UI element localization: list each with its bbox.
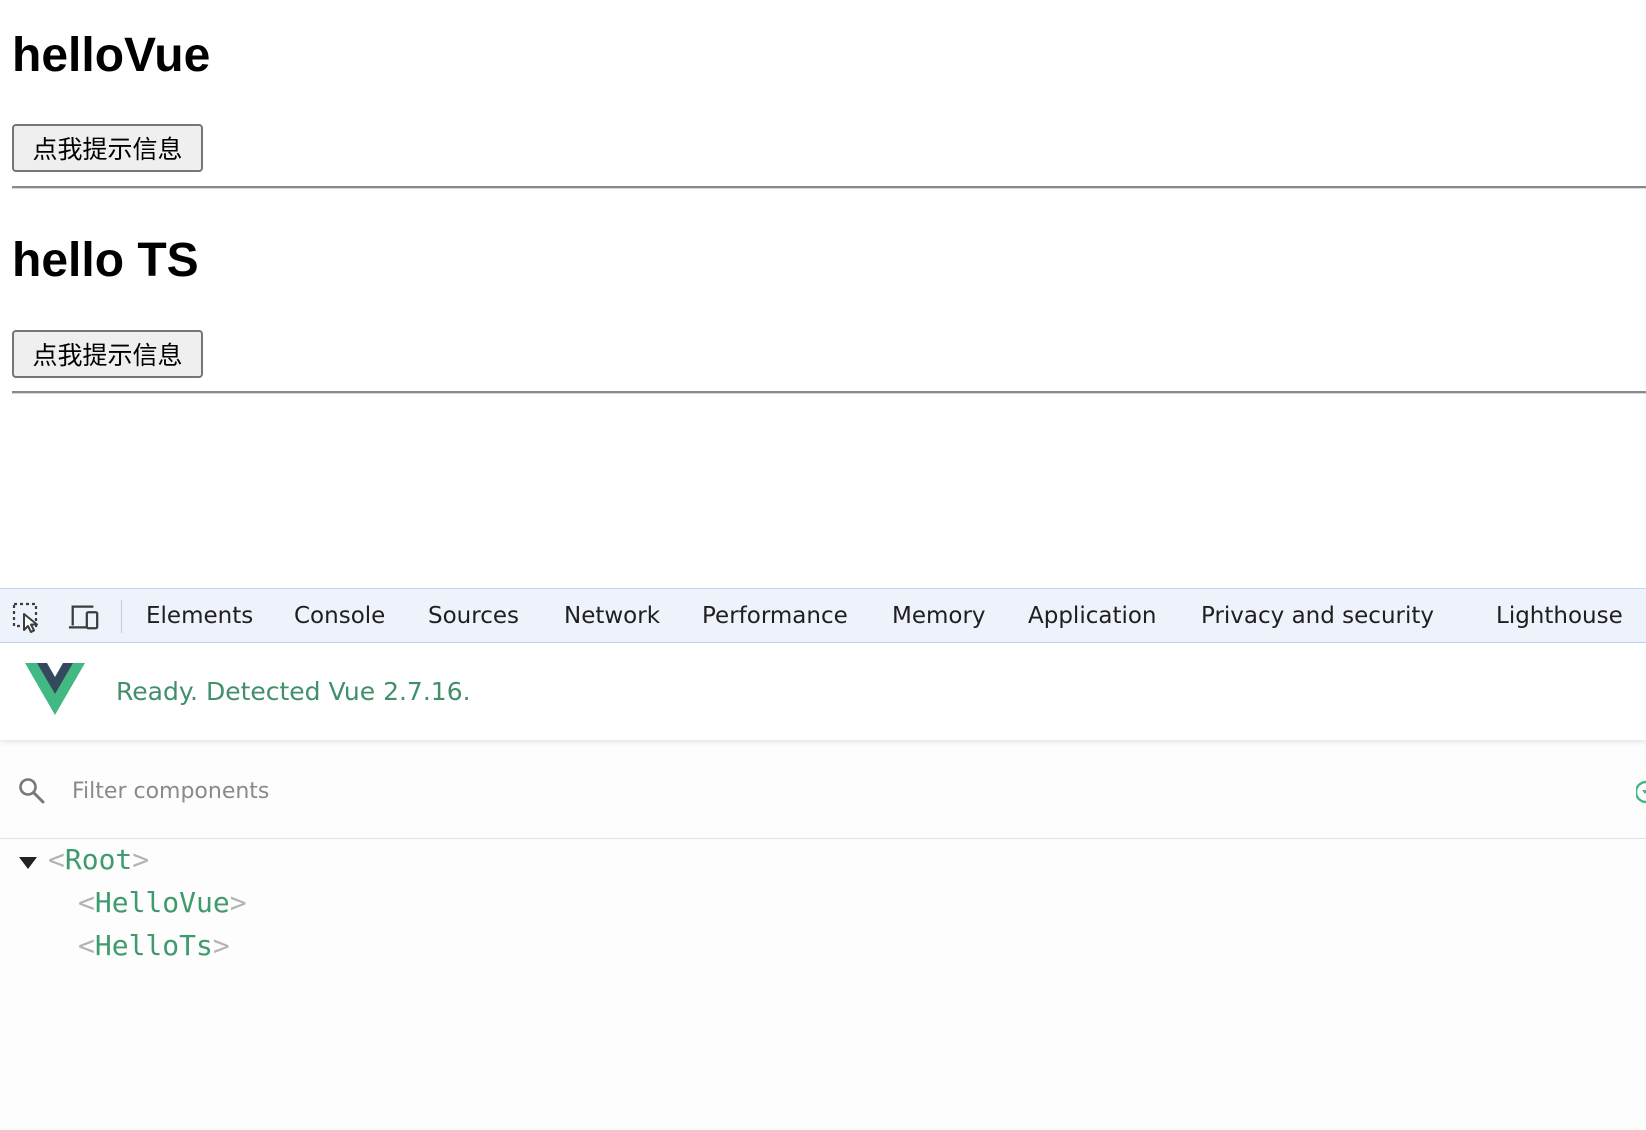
hello-vue-divider: [12, 186, 1646, 189]
component-filter-bar: [0, 745, 1646, 839]
hello-vue-alert-button[interactable]: 点我提示信息: [12, 124, 203, 172]
hello-ts-alert-button[interactable]: 点我提示信息: [12, 330, 203, 378]
tag-close-bracket: >: [212, 929, 230, 962]
tree-node-name: Root: [64, 843, 133, 876]
tab-network[interactable]: Network: [564, 589, 660, 642]
vue-devtools-header: Ready. Detected Vue 2.7.16.: [0, 643, 1646, 740]
tag-close-bracket: >: [229, 886, 247, 919]
tab-privacy-and-security[interactable]: Privacy and security: [1201, 589, 1434, 642]
hello-ts-divider: [12, 391, 1646, 394]
tab-memory[interactable]: Memory: [892, 589, 986, 642]
tab-elements[interactable]: Elements: [146, 589, 253, 642]
filter-components-input[interactable]: [72, 767, 1572, 815]
refresh-icon[interactable]: [1636, 779, 1646, 805]
tab-console[interactable]: Console: [294, 589, 385, 642]
tab-sources[interactable]: Sources: [428, 589, 519, 642]
tree-node-hellots[interactable]: <HelloTs>: [78, 926, 230, 966]
tab-lighthouse[interactable]: Lighthouse: [1496, 589, 1623, 642]
tag-open-bracket: <: [78, 886, 95, 919]
device-toolbar-icon[interactable]: [68, 601, 100, 633]
tree-node-root[interactable]: <Root>: [48, 840, 149, 880]
inspect-element-icon[interactable]: [11, 601, 43, 633]
devtools-panel: Elements Console Sources Network Perform…: [0, 588, 1646, 1130]
collapse-root-caret-icon[interactable]: [19, 857, 37, 869]
page-content: helloVue 点我提示信息 hello TS 点我提示信息: [0, 0, 1646, 588]
tab-application[interactable]: Application: [1028, 589, 1157, 642]
tree-node-name: HelloTs: [94, 929, 213, 962]
tree-node-hellovue[interactable]: <HelloVue>: [78, 883, 247, 923]
hello-ts-title: hello TS: [12, 234, 199, 287]
vue-logo: [25, 663, 85, 720]
tab-performance[interactable]: Performance: [702, 589, 848, 642]
tag-open-bracket: <: [48, 843, 65, 876]
vue-detection-status: Ready. Detected Vue 2.7.16.: [116, 677, 471, 706]
browser-viewport: helloVue 点我提示信息 hello TS 点我提示信息 Elements…: [0, 0, 1646, 1130]
search-icon: [18, 777, 46, 810]
tree-node-name: HelloVue: [94, 886, 230, 919]
hello-vue-title: helloVue: [12, 29, 211, 82]
tag-close-bracket: >: [132, 843, 150, 876]
tag-open-bracket: <: [78, 929, 95, 962]
toolbar-separator: [121, 600, 122, 633]
devtools-tab-bar: Elements Console Sources Network Perform…: [0, 588, 1646, 643]
